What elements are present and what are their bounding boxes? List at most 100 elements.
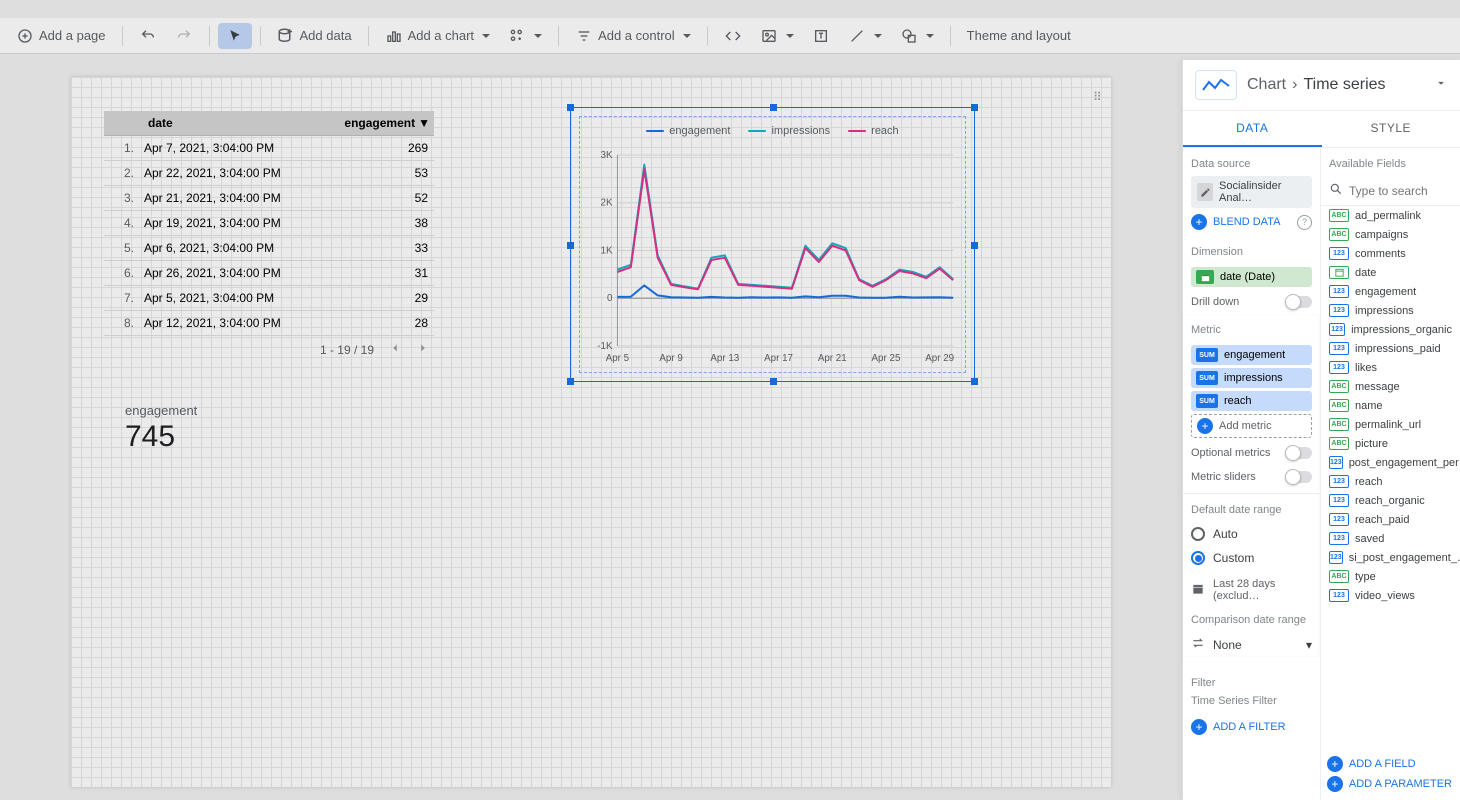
add-metric-button[interactable]: + Add metric	[1191, 414, 1312, 438]
svg-text:2K: 2K	[601, 198, 613, 209]
metric-sliders-toggle[interactable]: Metric sliders	[1183, 465, 1320, 489]
text-button[interactable]	[804, 23, 838, 49]
field-row[interactable]: ABCad_permalink	[1321, 206, 1460, 225]
ts-filter-label: Time Series Filter	[1183, 695, 1320, 713]
default-date-label: Default date range	[1183, 494, 1320, 522]
theme-layout-button[interactable]: Theme and layout	[959, 24, 1079, 47]
image-button[interactable]	[752, 23, 802, 49]
line-button[interactable]	[840, 23, 890, 49]
help-icon[interactable]: ?	[1297, 215, 1312, 230]
svg-text:Apr 25: Apr 25	[872, 353, 901, 364]
collapse-icon[interactable]	[1434, 76, 1448, 95]
field-row[interactable]: 123impressions_paid	[1321, 339, 1460, 358]
resize-handle[interactable]	[770, 104, 777, 111]
tab-data[interactable]: DATA	[1183, 111, 1322, 147]
metric-chip[interactable]: SUMreach	[1191, 391, 1312, 411]
optional-metrics-toggle[interactable]: Optional metrics	[1183, 441, 1320, 465]
resize-handle[interactable]	[567, 378, 574, 385]
table-row[interactable]: 6.Apr 26, 2021, 3:04:00 PM31	[104, 261, 434, 286]
tab-style[interactable]: STYLE	[1322, 111, 1460, 147]
add-field-button[interactable]: +ADD A FIELD	[1327, 756, 1452, 772]
community-viz-button[interactable]	[500, 23, 550, 49]
blend-data-button[interactable]: + BLEND DATA ?	[1191, 214, 1312, 230]
field-row[interactable]: ABCmessage	[1321, 377, 1460, 396]
svg-text:0: 0	[607, 293, 613, 304]
add-control-button[interactable]: Add a control	[567, 23, 699, 49]
plus-icon: +	[1191, 214, 1207, 230]
table-row[interactable]: 5.Apr 6, 2021, 3:04:00 PM33	[104, 236, 434, 261]
time-series-chart[interactable]: engagement impressions reach 3K2K1K0-1KA…	[570, 107, 975, 382]
field-row[interactable]: 123reach_organic	[1321, 491, 1460, 510]
select-tool-button[interactable]	[218, 23, 252, 49]
calendar-icon	[1191, 582, 1205, 599]
add-chart-button[interactable]: Add a chart	[377, 23, 499, 49]
header-engagement[interactable]: engagement▼	[334, 111, 434, 135]
date-range-picker[interactable]: Last 28 days (exclud…	[1191, 574, 1312, 606]
field-row[interactable]: ABCcampaigns	[1321, 225, 1460, 244]
field-row[interactable]: 123likes	[1321, 358, 1460, 377]
fields-search-input[interactable]	[1349, 184, 1460, 198]
add-filter-button[interactable]: + ADD A FILTER	[1191, 719, 1312, 735]
field-row[interactable]: 123reach	[1321, 472, 1460, 491]
field-row[interactable]: 123si_post_engagement_…	[1321, 548, 1460, 567]
add-data-label: Add data	[300, 28, 352, 43]
canvas[interactable]: ⠿ date engagement▼ 1.Apr 7, 2021, 3:04:0…	[71, 77, 1111, 787]
date-custom-radio[interactable]: Custom	[1183, 546, 1320, 570]
field-row[interactable]: 123engagement	[1321, 282, 1460, 301]
chart-type-icon[interactable]	[1195, 70, 1237, 100]
data-source-chip[interactable]: Socialinsider Anal…	[1191, 176, 1312, 208]
metric-chip[interactable]: SUMimpressions	[1191, 368, 1312, 388]
field-row[interactable]: ABCpicture	[1321, 434, 1460, 453]
dimension-chip[interactable]: date (Date)	[1191, 267, 1312, 287]
field-row[interactable]: 123saved	[1321, 529, 1460, 548]
add-data-button[interactable]: Add data	[269, 23, 360, 49]
resize-handle[interactable]	[567, 242, 574, 249]
svg-text:Apr 17: Apr 17	[764, 353, 793, 364]
table-row[interactable]: 1.Apr 7, 2021, 3:04:00 PM269	[104, 136, 434, 161]
breadcrumb-chart[interactable]: Chart	[1247, 76, 1286, 94]
add-chart-label: Add a chart	[408, 28, 475, 43]
scorecard[interactable]: engagement 745	[125, 403, 197, 454]
field-row[interactable]: 123video_views	[1321, 586, 1460, 605]
date-auto-radio[interactable]: Auto	[1183, 522, 1320, 546]
field-row[interactable]: date	[1321, 263, 1460, 282]
pager-next-button[interactable]	[416, 341, 430, 358]
metric-chip[interactable]: SUMengagement	[1191, 345, 1312, 365]
embed-button[interactable]	[716, 23, 750, 49]
blocks-icon	[508, 27, 526, 45]
resize-handle[interactable]	[770, 378, 777, 385]
svg-text:1K: 1K	[601, 245, 613, 256]
add-page-button[interactable]: Add a page	[8, 23, 114, 49]
config-column: Data source Socialinsider Anal… + BLEND …	[1183, 148, 1321, 800]
data-table[interactable]: date engagement▼ 1.Apr 7, 2021, 3:04:00 …	[104, 111, 434, 363]
table-row[interactable]: 8.Apr 12, 2021, 3:04:00 PM28	[104, 311, 434, 336]
plus-icon: +	[1197, 418, 1213, 434]
edit-icon[interactable]	[1197, 183, 1213, 201]
table-row[interactable]: 2.Apr 22, 2021, 3:04:00 PM53	[104, 161, 434, 186]
pager-prev-button[interactable]	[388, 341, 402, 358]
resize-handle[interactable]	[567, 104, 574, 111]
field-row[interactable]: 123impressions_organic	[1321, 320, 1460, 339]
shape-button[interactable]	[892, 23, 942, 49]
field-row[interactable]: 123impressions	[1321, 301, 1460, 320]
drag-handle-icon[interactable]: ⠿	[1093, 95, 1103, 105]
comparison-select[interactable]: None ▾	[1191, 632, 1312, 657]
field-row[interactable]: 123comments	[1321, 244, 1460, 263]
field-row[interactable]: ABCname	[1321, 396, 1460, 415]
table-row[interactable]: 4.Apr 19, 2021, 3:04:00 PM38	[104, 211, 434, 236]
header-date[interactable]: date	[144, 111, 334, 135]
resize-handle[interactable]	[971, 104, 978, 111]
table-row[interactable]: 7.Apr 5, 2021, 3:04:00 PM29	[104, 286, 434, 311]
panel-header: Chart › Time series	[1183, 60, 1460, 111]
table-row[interactable]: 3.Apr 21, 2021, 3:04:00 PM52	[104, 186, 434, 211]
redo-button[interactable]	[167, 23, 201, 49]
undo-button[interactable]	[131, 23, 165, 49]
field-row[interactable]: ABCtype	[1321, 567, 1460, 586]
drilldown-toggle[interactable]: Drill down	[1183, 290, 1320, 314]
resize-handle[interactable]	[971, 378, 978, 385]
field-row[interactable]: 123reach_paid	[1321, 510, 1460, 529]
field-row[interactable]: 123post_engagement_per…	[1321, 453, 1460, 472]
add-parameter-button[interactable]: +ADD A PARAMETER	[1327, 776, 1452, 792]
field-row[interactable]: ABCpermalink_url	[1321, 415, 1460, 434]
resize-handle[interactable]	[971, 242, 978, 249]
